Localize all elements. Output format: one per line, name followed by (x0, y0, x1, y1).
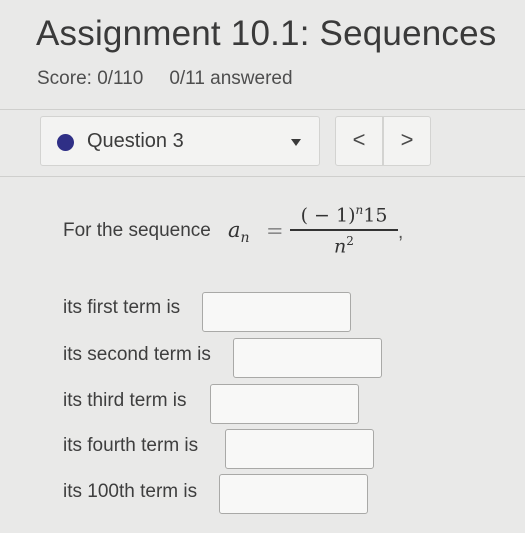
denominator-exponent: 2 (346, 233, 354, 248)
trailing-comma: , (398, 222, 404, 243)
previous-question-button[interactable]: < (335, 116, 383, 166)
score-row: Score: 0/110 0/11 answered (37, 68, 293, 90)
numerator-base: ( − 1) (300, 204, 356, 227)
page-title: Assignment 10.1: Sequences (36, 14, 497, 53)
sequence-subscript: n (240, 230, 250, 247)
next-question-button[interactable]: > (383, 116, 431, 166)
question-prompt: For the sequence (63, 220, 211, 241)
answered-count: 0/11 answered (169, 68, 293, 89)
term-label-first: its first term is (63, 297, 181, 318)
term-label-third: its third term is (63, 390, 187, 411)
sequence-var: a (228, 218, 241, 242)
question-status-dot-icon (57, 134, 74, 151)
fraction-denominator: n2 (288, 234, 400, 257)
divider-top (0, 109, 525, 110)
denominator-base: n (334, 234, 347, 257)
score-text: Score: 0/110 (37, 68, 144, 89)
question-select-label: Question 3 (87, 130, 184, 152)
answer-input-fourth-term[interactable] (225, 429, 374, 469)
question-select[interactable]: Question 3 (40, 116, 320, 166)
answer-input-100th-term[interactable] (219, 474, 368, 514)
answer-input-first-term[interactable] (202, 292, 351, 332)
term-label-second: its second term is (63, 344, 211, 365)
fraction-bar (290, 229, 398, 231)
answer-input-second-term[interactable] (233, 338, 382, 378)
sequence-fraction: ( − 1)n15 n2 (288, 196, 400, 257)
answer-input-third-term[interactable] (210, 384, 359, 424)
divider-bottom (0, 176, 525, 177)
caret-down-icon (291, 139, 301, 146)
fraction-numerator: ( − 1)n15 (288, 196, 400, 227)
equals-sign: = (266, 219, 284, 243)
term-label-fourth: its fourth term is (63, 435, 199, 456)
term-label-100th: its 100th term is (63, 481, 198, 502)
numerator-coefficient: 15 (363, 204, 388, 227)
sequence-term-symbol: an (228, 218, 250, 246)
